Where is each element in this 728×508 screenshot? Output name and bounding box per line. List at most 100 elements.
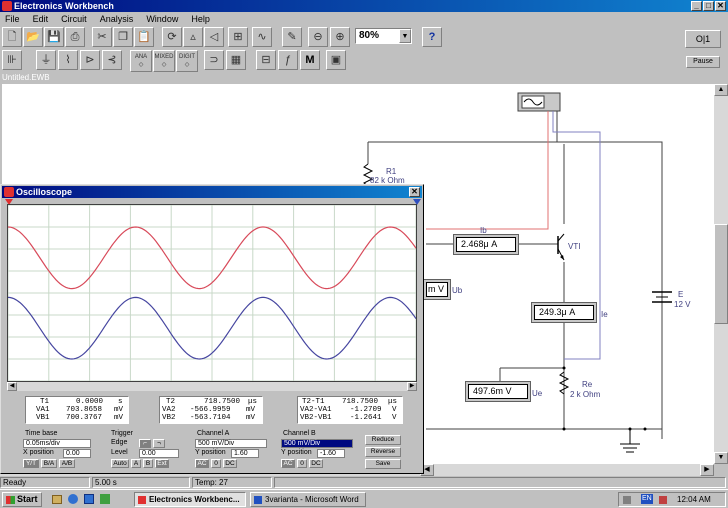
- oscilloscope-close-button[interactable]: ✕: [409, 187, 420, 197]
- minimize-button[interactable]: _: [691, 1, 702, 11]
- paste-icon[interactable]: 📋: [134, 27, 154, 47]
- trigger-b-button[interactable]: B: [143, 459, 153, 468]
- channel-b-ypos-field[interactable]: -1.60: [317, 449, 345, 458]
- menu-circuit[interactable]: Circuit: [56, 12, 92, 26]
- power-switch[interactable]: O|1: [685, 30, 721, 48]
- copy-icon[interactable]: ❐: [113, 27, 133, 47]
- vb2-unit: mV: [246, 414, 256, 422]
- component-properties-icon[interactable]: ✎: [282, 27, 302, 47]
- close-button[interactable]: ✕: [715, 1, 726, 11]
- windows-flag-icon: [6, 496, 15, 504]
- language-indicator[interactable]: EN: [641, 494, 653, 504]
- controls-icon[interactable]: ƒ: [278, 50, 298, 70]
- favorites-icon[interactable]: ⊪: [2, 50, 22, 70]
- zoom-out-icon[interactable]: ⊖: [308, 27, 328, 47]
- quicklaunch-extra-icon[interactable]: [100, 494, 110, 504]
- ammeter-ib[interactable]: 2.468μ A: [456, 237, 516, 252]
- task-microsoft-word[interactable]: 3varianta - Microsoft Word: [250, 492, 366, 507]
- help-icon[interactable]: ?: [422, 27, 442, 47]
- digital-icon[interactable]: ▦: [226, 50, 246, 70]
- graph-icon[interactable]: ∿: [252, 27, 272, 47]
- print-icon[interactable]: ⎙: [65, 27, 85, 47]
- channel-a-ypos-field[interactable]: 1.60: [231, 449, 259, 458]
- trigger-a-button[interactable]: A: [131, 459, 141, 468]
- channel-b-scale-field[interactable]: 500 mV/Div: [281, 439, 353, 448]
- vertical-scrollbar[interactable]: ▲ ▼: [714, 84, 728, 464]
- open-folder-icon[interactable]: 📂: [23, 27, 43, 47]
- mixed-ics-icon[interactable]: MIXED ◇: [153, 50, 175, 72]
- sources-icon[interactable]: ⏚: [36, 50, 56, 70]
- menu-edit[interactable]: Edit: [28, 12, 54, 26]
- zoom-select[interactable]: 80% ▼: [355, 28, 412, 44]
- edge-rising-icon[interactable]: ⌐: [139, 439, 151, 448]
- volume-icon[interactable]: [623, 496, 631, 504]
- pause-button[interactable]: Pause: [686, 56, 720, 68]
- ammeter-ie[interactable]: 249.3μ A: [534, 305, 594, 320]
- menu-window[interactable]: Window: [141, 12, 183, 26]
- tray-app-icon[interactable]: [659, 496, 667, 504]
- menu-file[interactable]: File: [0, 12, 25, 26]
- channel-a-dc-button[interactable]: DC: [223, 459, 237, 468]
- maximize-button[interactable]: □: [703, 1, 714, 11]
- trigger-auto-button[interactable]: Auto: [111, 459, 129, 468]
- scroll-thumb[interactable]: [714, 224, 728, 324]
- flip-horizontal-icon[interactable]: ◁: [204, 27, 224, 47]
- digital-ics-icon[interactable]: DIGIT ◇: [176, 50, 198, 72]
- mode-ba-button[interactable]: B/A: [41, 459, 57, 468]
- scroll-down-icon[interactable]: ▼: [714, 452, 728, 464]
- subcircuit-icon[interactable]: ⊞: [228, 27, 248, 47]
- x-position-field[interactable]: 0.00: [63, 449, 91, 458]
- timebase-field[interactable]: 0.05ms/div: [23, 439, 91, 448]
- reverse-button[interactable]: Reverse: [365, 447, 401, 457]
- channel-a-zero-button[interactable]: 0: [211, 459, 221, 468]
- basic-icon[interactable]: ⌇: [58, 50, 78, 70]
- voltmeter-ub[interactable]: m V: [426, 282, 448, 297]
- mode-ab-button[interactable]: A/B: [59, 459, 75, 468]
- miscellaneous-icon[interactable]: M: [300, 50, 320, 70]
- channel-b-zero-button[interactable]: 0: [297, 459, 307, 468]
- channel-b-dc-button[interactable]: DC: [309, 459, 323, 468]
- rotate-icon[interactable]: ⟳: [162, 27, 182, 47]
- document-tab[interactable]: Untitled.EWB: [2, 73, 82, 83]
- status-state: Ready: [0, 477, 90, 488]
- indicators-icon[interactable]: ⊟: [256, 50, 276, 70]
- chevron-down-icon[interactable]: ▼: [399, 29, 411, 43]
- oscilloscope-scrollbar[interactable]: ◀ ▶: [7, 382, 417, 391]
- mixed-label: MIXED: [154, 54, 174, 60]
- start-button[interactable]: Start: [2, 492, 42, 507]
- channel-a-title: Channel A: [197, 430, 230, 437]
- task-electronics-workbench[interactable]: Electronics Workbenc...: [134, 492, 246, 507]
- save-button[interactable]: Save: [365, 459, 401, 469]
- scroll-up-icon[interactable]: ▲: [714, 84, 728, 96]
- logic-gates-icon[interactable]: ⊃: [204, 50, 224, 70]
- analog-ics-icon[interactable]: ANA ◇: [130, 50, 152, 72]
- clock[interactable]: 12:04 AM: [677, 493, 711, 506]
- show-desktop-icon[interactable]: [52, 495, 62, 504]
- channel-a-ac-button[interactable]: AC: [195, 459, 209, 468]
- voltmeter-ue[interactable]: 497.6m V: [468, 384, 528, 399]
- channel-a-scale-field[interactable]: 500 mV/Div: [195, 439, 267, 448]
- diodes-icon[interactable]: ⊳: [80, 50, 100, 70]
- scroll-right-icon[interactable]: ▶: [700, 464, 714, 476]
- menu-analysis[interactable]: Analysis: [95, 12, 139, 26]
- mode-yt-button[interactable]: Y/T: [23, 459, 39, 468]
- level-field[interactable]: 0.00: [139, 449, 179, 458]
- reduce-button[interactable]: Reduce: [365, 435, 401, 445]
- x-position-label: X position: [23, 449, 54, 456]
- osc-scroll-left-icon[interactable]: ◀: [7, 382, 17, 391]
- channel-b-ac-button[interactable]: AC: [281, 459, 295, 468]
- cut-icon[interactable]: ✂: [92, 27, 112, 47]
- save-icon[interactable]: 💾: [44, 27, 64, 47]
- osc-scroll-right-icon[interactable]: ▶: [407, 382, 417, 391]
- oscilloscope-title-bar[interactable]: Oscilloscope ✕: [2, 186, 422, 198]
- transistors-icon[interactable]: ⊰: [102, 50, 122, 70]
- flip-vertical-icon[interactable]: ▵: [183, 27, 203, 47]
- new-file-icon[interactable]: 🗋: [2, 27, 22, 47]
- internet-explorer-icon[interactable]: [68, 494, 78, 504]
- menu-help[interactable]: Help: [186, 12, 215, 26]
- outlook-icon[interactable]: [84, 494, 94, 504]
- trigger-ext-button[interactable]: Ext: [155, 459, 169, 468]
- zoom-in-icon[interactable]: ⊕: [330, 27, 350, 47]
- edge-falling-icon[interactable]: ¬: [153, 439, 165, 448]
- instruments-icon[interactable]: ▣: [326, 50, 346, 70]
